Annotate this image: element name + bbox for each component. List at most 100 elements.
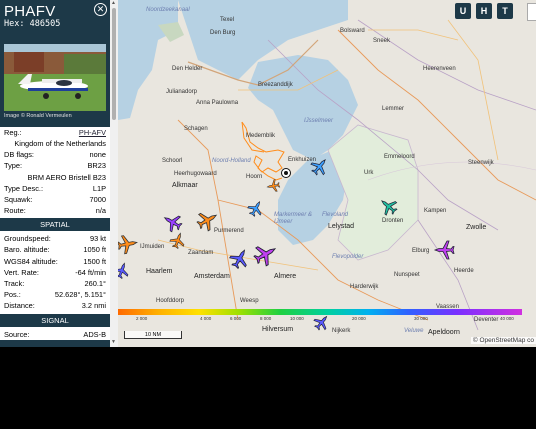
altitude-tick: 10 000 — [290, 316, 304, 321]
label-harderwijk: Harderwijk — [350, 284, 379, 290]
label-amsterdam: Amsterdam — [194, 273, 230, 280]
label-bolsward: Bolsward — [340, 28, 365, 34]
label-zwolle: Zwolle — [466, 224, 487, 231]
reg-link[interactable]: PH-AFV — [79, 127, 106, 138]
altitude-tick: 8 000 — [260, 316, 272, 321]
hex-value: 486505 — [29, 19, 61, 29]
wgs84-altitude-row: WGS84 altitude: 1500 ft — [0, 256, 110, 267]
photo-credit: Image © Ronald Vermeulen — [4, 113, 72, 119]
label-den-helder: Den Helder — [172, 66, 203, 72]
aircraft-info-panel: PHAFV Hex: 486505 ✕ Image © Ronald Verme… — [0, 0, 110, 347]
altitude-tick: 4 000 — [200, 316, 212, 321]
type-full-row: BRM AERO Bristell B23 — [0, 172, 110, 183]
close-button[interactable]: ✕ — [94, 3, 107, 16]
label-emmeloord: Emmeloord — [384, 154, 415, 160]
label-ijsselmeer: IJsselmeer — [304, 118, 334, 124]
type-full-value: BRM AERO Bristell B23 — [27, 172, 106, 182]
label-enkhuizen: Enkhuizen — [288, 157, 317, 163]
altitude-ticks: 2 000 4 000 6 000 8 000 10 000 20 000 30… — [118, 316, 536, 324]
label-markermeer: Markermeer & IJmeer — [274, 212, 313, 225]
label-lemmer: Lemmer — [382, 106, 405, 112]
label-texel: Texel — [220, 17, 235, 23]
label-heerhugowaard: Heerhugowaard — [174, 171, 217, 177]
squawk-label: Squawk: — [4, 194, 33, 204]
spatial-section-header[interactable]: SPATIAL — [0, 218, 110, 232]
panel-scrollbar-thumb[interactable] — [112, 8, 116, 120]
label-medemblik: Medemblik — [246, 133, 276, 139]
label-sneek: Sneek — [373, 38, 391, 44]
label-hoorn: Hoorn — [246, 174, 263, 180]
label-urk: Urk — [364, 170, 374, 176]
hex-code: Hex: 486505 — [4, 19, 60, 29]
track-label: Track: — [4, 279, 25, 289]
scroll-up-icon[interactable]: ▲ — [111, 0, 116, 6]
scroll-down-icon[interactable]: ▼ — [111, 339, 116, 345]
squawk-value: 7000 — [89, 194, 106, 204]
u-toggle-button[interactable]: U — [455, 3, 471, 19]
label-veluwe: Veluwe — [404, 328, 424, 334]
label-apeldoorn: Apeldoorn — [428, 329, 460, 336]
label-nijkerk: Nijkerk — [332, 328, 351, 334]
label-kampen: Kampen — [424, 208, 447, 214]
close-icon: ✕ — [96, 4, 105, 14]
details-table: Reg.: PH-AFV Kingdom of the Netherlands … — [0, 127, 110, 340]
route-label: Route: — [4, 206, 26, 216]
label-den-burg: Den Burg — [210, 30, 236, 36]
reg-label: Reg.: — [4, 128, 22, 137]
type-desc-row: Type Desc.: L1P — [0, 183, 110, 194]
country-row: Kingdom of the Netherlands — [0, 138, 110, 149]
altitude-tick: 20 000 — [352, 316, 366, 321]
t-toggle-button[interactable]: T — [497, 3, 513, 19]
wgs84-altitude-value: 1500 ft — [83, 256, 106, 266]
route-row: Route: n/a — [0, 205, 110, 216]
squawk-row: Squawk: 7000 — [0, 194, 110, 205]
label-flevoland: Flevoland — [322, 212, 349, 218]
db-flags-row: DB flags: none — [0, 149, 110, 160]
scale-bar: 10 NM — [124, 331, 182, 339]
position-value: 52.628°, 5.151° — [54, 290, 106, 300]
label-zaandam: Zaandam — [188, 250, 214, 256]
aircraft-photo-image — [4, 44, 106, 111]
label-elburg: Elburg — [412, 248, 430, 254]
type-label: Type: — [4, 161, 23, 171]
label-flevopolder: Flevopolder — [332, 254, 364, 260]
h-toggle-button[interactable]: H — [476, 3, 492, 19]
map-view[interactable]: Noordzeekanaal Texel Den Burg Den Helder… — [118, 0, 536, 347]
source-row: Source: ADS-B — [0, 329, 110, 340]
groundspeed-value: 93 kt — [89, 234, 106, 244]
vert-rate-label: Vert. Rate: — [4, 267, 39, 277]
label-hilversum: Hilversum — [262, 326, 294, 333]
distance-row: Distance: 3.2 nmi — [0, 300, 110, 311]
track-row: Track: 260.1° — [0, 278, 110, 289]
label-schoorl: Schoorl — [162, 158, 183, 164]
type-value: BR23 — [87, 161, 107, 171]
label-lelystad: Lelystad — [328, 223, 355, 230]
distance-label: Distance: — [4, 301, 35, 311]
position-label: Pos.: — [4, 290, 21, 300]
distance-value: 3.2 nmi — [81, 301, 106, 311]
layers-icon[interactable] — [527, 3, 536, 21]
type-row: Type: BR23 — [0, 160, 110, 171]
baro-altitude-value: 1050 ft — [83, 245, 106, 255]
label-alkmaar: Alkmaar — [172, 182, 198, 189]
label-weesp: Weesp — [240, 298, 259, 304]
type-desc-label: Type Desc.: — [4, 183, 44, 193]
label-schagen: Schagen — [184, 126, 208, 132]
route-value: n/a — [95, 206, 106, 216]
panel-header: PHAFV Hex: 486505 ✕ — [0, 0, 110, 36]
label-breezanddijk: Breezanddijk — [258, 82, 293, 88]
label-hoofddorp: Hoofddorp — [156, 298, 185, 304]
label-noordzeekanaal: Noordzeekanaal — [146, 7, 190, 13]
altitude-tick: 6 000 — [230, 316, 242, 321]
signal-section-header[interactable]: SIGNAL — [0, 313, 110, 327]
vert-rate-row: Vert. Rate: -64 ft/min — [0, 267, 110, 278]
reg-row: Reg.: PH-AFV — [0, 127, 110, 138]
map-attribution[interactable]: © OpenStreetMap co — [470, 337, 536, 344]
aircraft-photo[interactable] — [4, 44, 106, 111]
db-flags-label: DB flags: — [4, 150, 34, 160]
altitude-tick: 30 000 — [414, 316, 428, 321]
label-nunspeet: Nunspeet — [394, 272, 420, 278]
type-desc-value: L1P — [92, 183, 106, 193]
label-noord-holland: Noord-Holland — [212, 158, 251, 164]
label-julianadorp: Julianadorp — [166, 89, 198, 95]
